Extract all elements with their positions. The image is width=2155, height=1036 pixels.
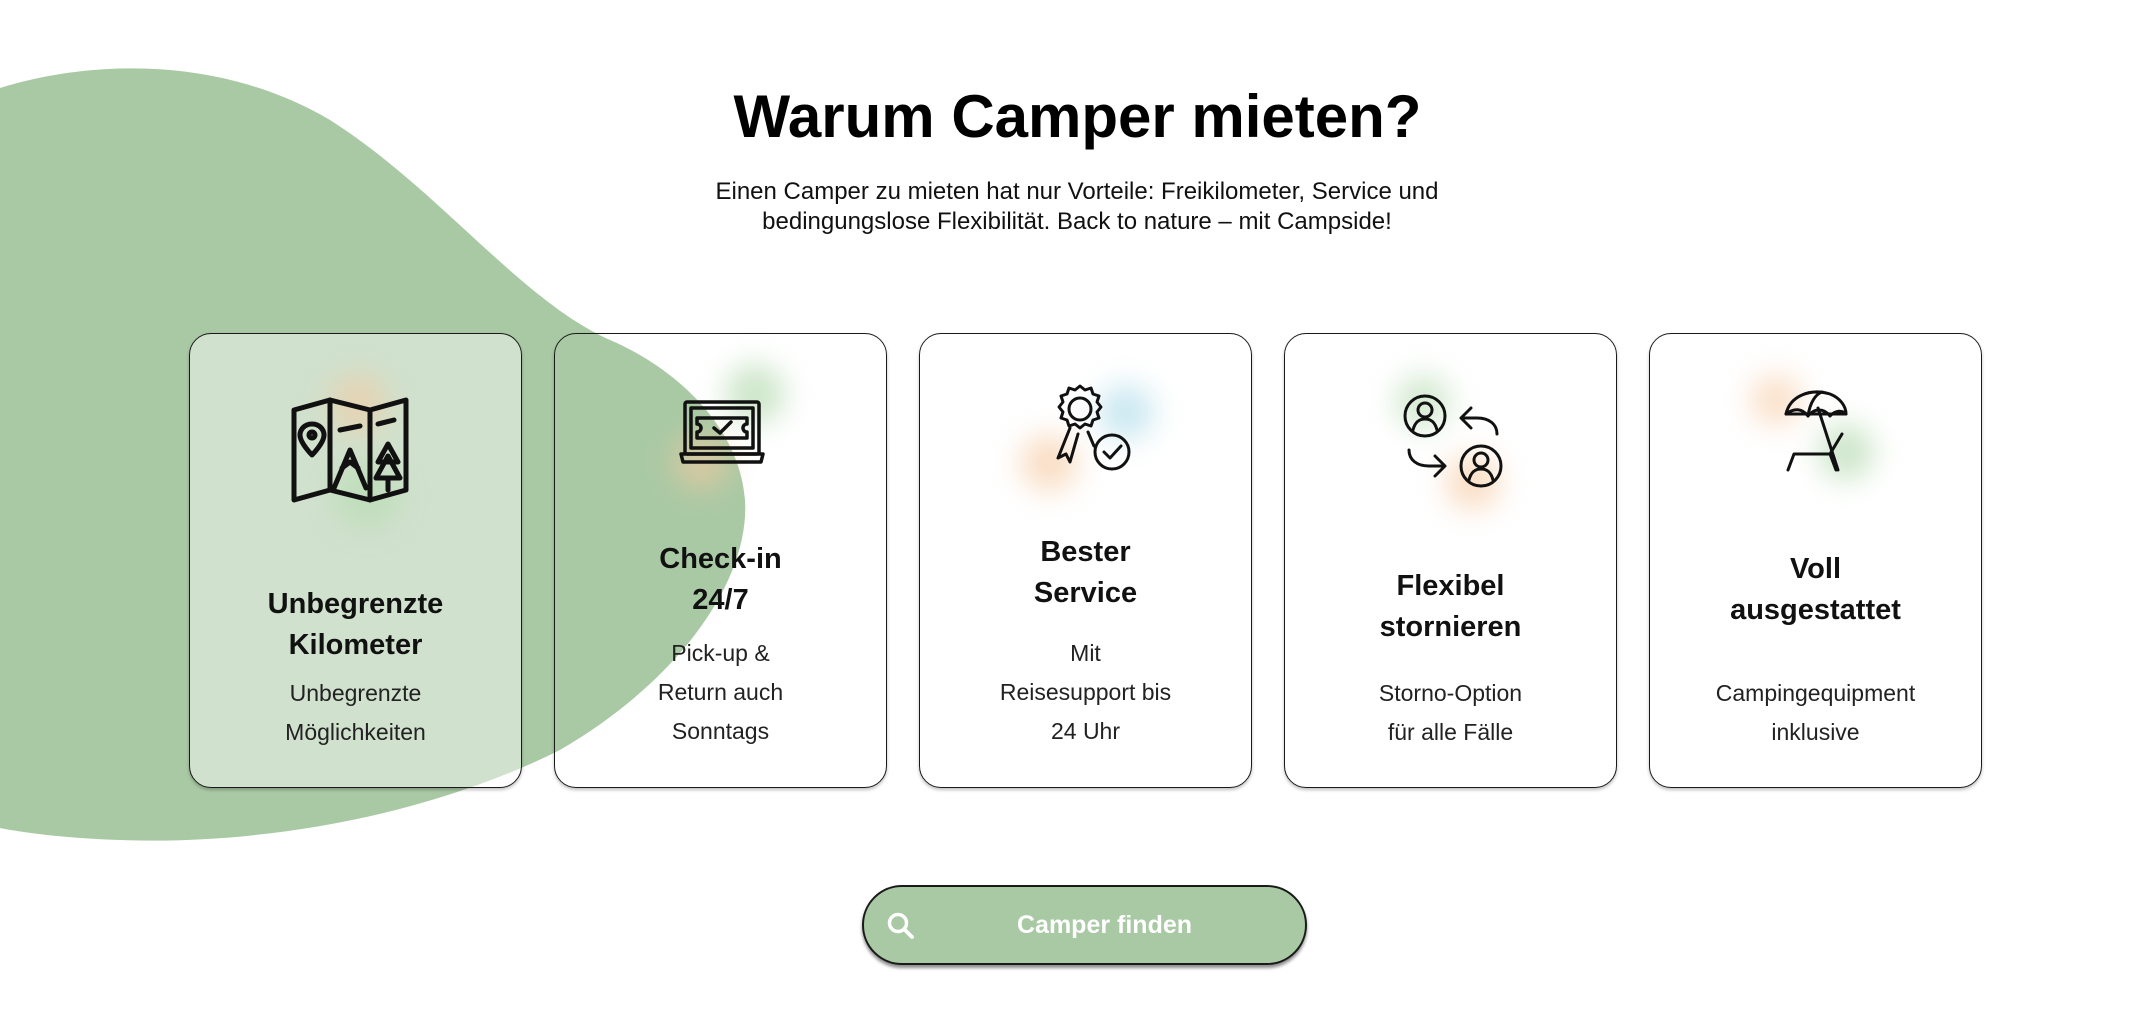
card-title-line-2: 24/7 — [692, 584, 749, 616]
feature-card-checkin: Check-in 24/7 Pick-up & Return auch Sonn… — [554, 333, 887, 788]
card-text-line-1: Pick-up & — [671, 640, 770, 666]
card-title: Unbegrenzte Kilometer — [190, 584, 521, 666]
card-text: Unbegrenzte Möglichkeiten — [190, 674, 521, 752]
card-title: Bester Service — [920, 532, 1251, 614]
find-camper-button[interactable]: Camper finden — [862, 885, 1307, 965]
card-title-line-2: ausgestattet — [1730, 594, 1901, 626]
card-text: Campingequipment inklusive — [1650, 674, 1981, 752]
card-text: Pick-up & Return auch Sonntags — [555, 634, 886, 751]
card-title-line-1: Voll — [1789, 553, 1842, 585]
card-text-line-2: Möglichkeiten — [285, 719, 426, 745]
laptop-ticket-icon — [679, 400, 765, 464]
feature-card-service: Bester Service Mit Reisesupport bis 24 U… — [919, 333, 1252, 788]
card-title-line-2: stornieren — [1379, 611, 1522, 643]
feature-card-unlimited-km: Unbegrenzte Kilometer Unbegrenzte Möglic… — [189, 333, 522, 788]
card-text-line-3: Sonntags — [671, 718, 770, 744]
card-title: Voll ausgestattet — [1650, 549, 1981, 631]
user-swap-icon — [1403, 394, 1503, 488]
beach-chair-umbrella-icon — [1784, 390, 1848, 472]
feature-card-cancellation: Flexibel stornieren Storno-Option für al… — [1284, 333, 1617, 788]
card-title-line-1: Flexibel — [1396, 570, 1505, 602]
card-title-line-1: Bester — [1040, 536, 1131, 568]
feature-cards: Unbegrenzte Kilometer Unbegrenzte Möglic… — [189, 333, 1989, 788]
card-text-line-1: Campingequipment — [1715, 680, 1916, 706]
card-title-line-2: Kilometer — [288, 629, 423, 661]
card-text-line-3: 24 Uhr — [1050, 718, 1121, 744]
award-badge-icon — [1056, 384, 1131, 471]
map-icon — [291, 397, 409, 503]
card-text-line-1: Unbegrenzte — [289, 680, 422, 706]
card-text: Mit Reisesupport bis 24 Uhr — [920, 634, 1251, 751]
intro-line-2: bedingungslose Flexibilität. Back to nat… — [762, 208, 1392, 235]
card-text-line-1: Storno-Option — [1378, 680, 1523, 706]
card-title-line-1: Check-in — [659, 543, 782, 575]
find-camper-label: Camper finden — [1016, 911, 1193, 939]
card-text-line-2: Reisesupport bis — [999, 679, 1172, 705]
search-icon — [887, 912, 914, 939]
card-title: Check-in 24/7 — [555, 539, 886, 621]
card-text-line-2: für alle Fälle — [1387, 719, 1514, 745]
card-text-line-2: Return auch — [657, 679, 784, 705]
card-text-line-1: Mit — [1070, 640, 1101, 666]
section-intro: Einen Camper zu mieten hat nur Vorteile:… — [677, 177, 1477, 237]
card-title-line-2: Service — [1033, 577, 1138, 609]
feature-card-equipment: Voll ausgestattet Campingequipment inklu… — [1649, 333, 1982, 788]
card-title: Flexibel stornieren — [1285, 566, 1616, 648]
card-text: Storno-Option für alle Fälle — [1285, 674, 1616, 752]
section-heading: Warum Camper mieten? — [733, 83, 1422, 150]
intro-line-1: Einen Camper zu mieten hat nur Vorteile:… — [715, 178, 1439, 205]
card-title-line-1: Unbegrenzte — [267, 588, 444, 620]
card-text-line-2: inklusive — [1771, 719, 1860, 745]
